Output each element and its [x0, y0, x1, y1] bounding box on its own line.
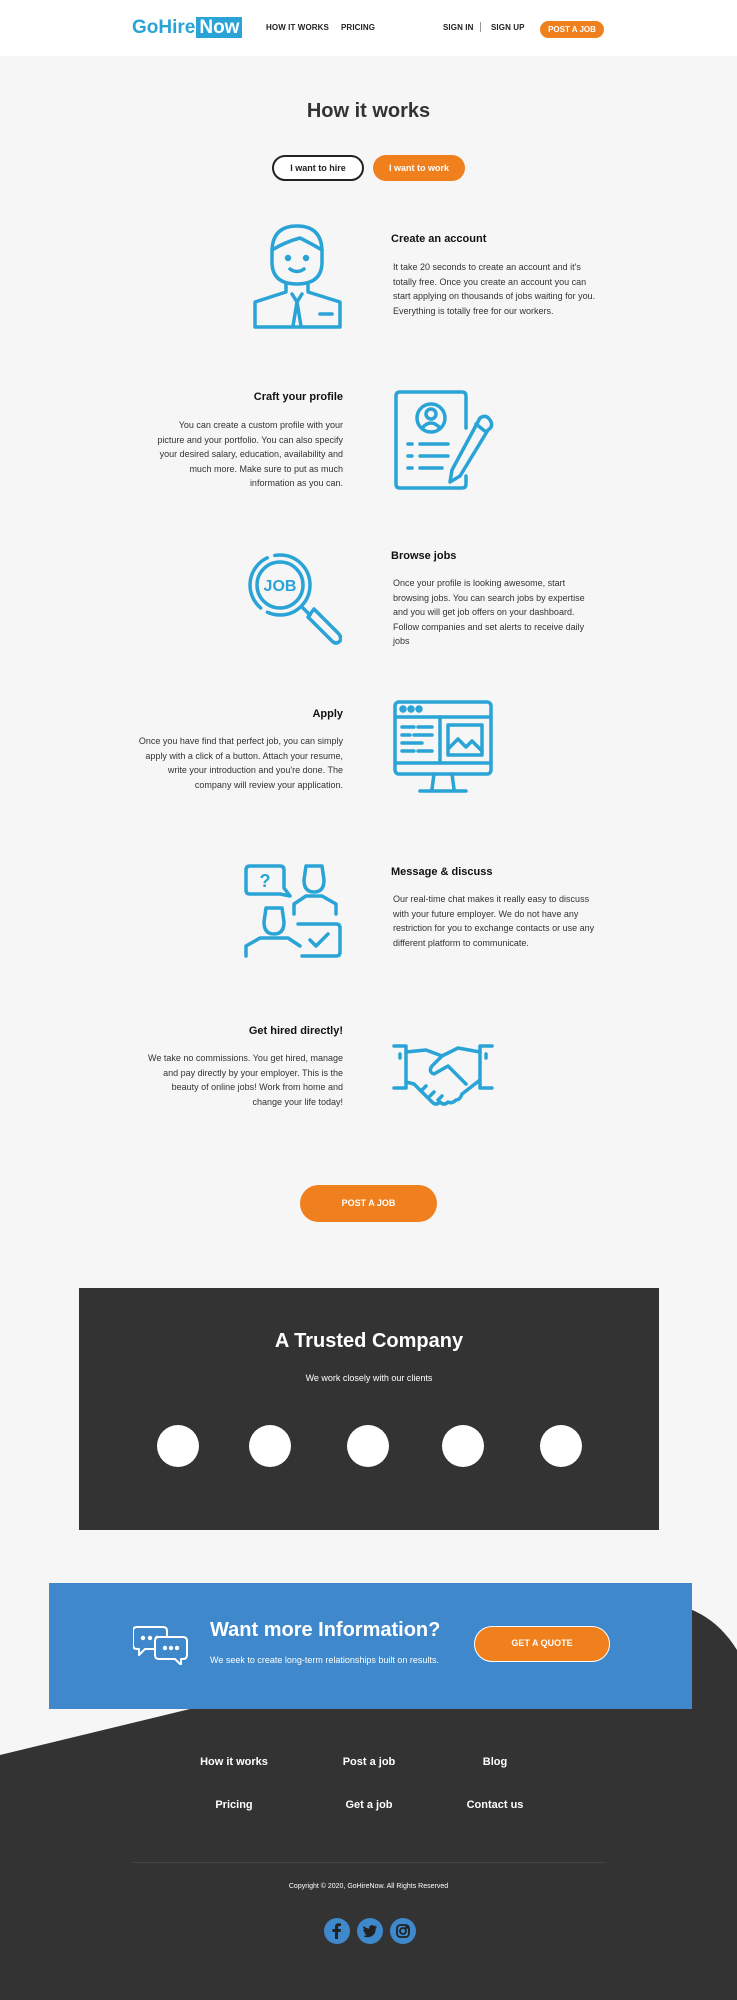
chat-people-icon: ?	[244, 864, 342, 958]
footer-link-pricing[interactable]: Pricing	[174, 1799, 294, 1811]
step-title-message-discuss: Message & discuss	[391, 866, 493, 878]
trusted-title: A Trusted Company	[274, 1330, 464, 1352]
client-logo	[249, 1425, 291, 1467]
nav-how-it-works[interactable]: HOW IT WORKS	[266, 23, 329, 32]
copyright-text: Copyright © 2020, GoHireNow. All Rights …	[288, 1883, 449, 1890]
logo-go: Go	[132, 17, 159, 38]
footer-divider	[132, 1862, 605, 1863]
logo-hire: Hire	[158, 17, 196, 38]
nav-divider	[480, 22, 481, 32]
step-title-create-account: Create an account	[391, 233, 487, 245]
step-text-get-hired: We take no commissions. You get hired, m…	[148, 1053, 343, 1107]
monitor-icon	[393, 700, 493, 793]
more-info-banner: Want more Information? We seek to create…	[49, 1583, 692, 1709]
twitter-link[interactable]	[357, 1918, 383, 1944]
gohirenow-logo[interactable]: GoHire Now	[132, 17, 243, 39]
svg-text:JOB: JOB	[264, 578, 297, 595]
footer-link-blog[interactable]: Blog	[435, 1756, 555, 1768]
sign-in-link[interactable]: SIGN IN	[443, 23, 473, 32]
worker-icon	[253, 224, 342, 329]
trusted-subtitle: We work closely with our clients	[305, 1373, 433, 1383]
facebook-icon	[332, 1923, 341, 1939]
info-title: Want more Information?	[210, 1619, 441, 1641]
footer-link-get-a-job[interactable]: Get a job	[309, 1799, 429, 1811]
step-text-message-discuss: Our real-time chat makes it really easy …	[393, 894, 595, 948]
job-search-icon: JOB	[248, 553, 342, 645]
footer-link-how-it-works[interactable]: How it works	[174, 1756, 294, 1768]
sign-up-link[interactable]: SIGN UP	[491, 23, 525, 32]
step-title-browse-jobs: Browse jobs	[391, 550, 457, 562]
info-subtitle: We seek to create long-term relationship…	[210, 1655, 439, 1665]
instagram-icon	[396, 1924, 410, 1938]
facebook-link[interactable]	[324, 1918, 350, 1944]
get-quote-button[interactable]: GET A QUOTE	[474, 1626, 610, 1662]
step-title-apply: Apply	[312, 708, 343, 720]
instagram-link[interactable]	[390, 1918, 416, 1944]
toggle-want-to-work[interactable]: I want to work	[373, 155, 465, 181]
step-title-craft-profile: Craft your profile	[253, 391, 343, 403]
step-text-create-account: It take 20 seconds to create an account …	[393, 262, 596, 316]
trusted-company-section: A Trusted Company We work closely with o…	[79, 1288, 659, 1530]
client-logo	[442, 1425, 484, 1467]
twitter-icon	[362, 1925, 377, 1938]
nav-pricing[interactable]: PRICING	[341, 23, 375, 32]
toggle-want-to-hire[interactable]: I want to hire	[272, 155, 364, 181]
step-text-browse-jobs: Once your profile is looking awesome, st…	[393, 578, 585, 647]
client-logo	[157, 1425, 199, 1467]
footer-link-contact-us[interactable]: Contact us	[435, 1799, 555, 1811]
profile-document-icon	[394, 390, 494, 490]
client-logo	[347, 1425, 389, 1467]
logo-now: Now	[196, 17, 243, 38]
client-logo	[540, 1425, 582, 1467]
post-job-header-button[interactable]: POST A JOB	[540, 21, 604, 38]
step-text-craft-profile: You can create a custom profile with you…	[157, 420, 343, 489]
step-text-apply: Once you have find that perfect job, you…	[138, 736, 343, 790]
step-title-get-hired: Get hired directly!	[248, 1025, 343, 1037]
handshake-icon	[392, 1044, 494, 1106]
footer-link-post-a-job[interactable]: Post a job	[309, 1756, 429, 1768]
post-job-button[interactable]: POST A JOB	[300, 1185, 437, 1222]
how-it-works-title: How it works	[306, 100, 431, 122]
chat-bubbles-icon	[133, 1626, 188, 1665]
svg-text:?: ?	[260, 871, 271, 891]
site-header: GoHire Now HOW IT WORKS PRICING SIGN IN S…	[0, 0, 737, 56]
